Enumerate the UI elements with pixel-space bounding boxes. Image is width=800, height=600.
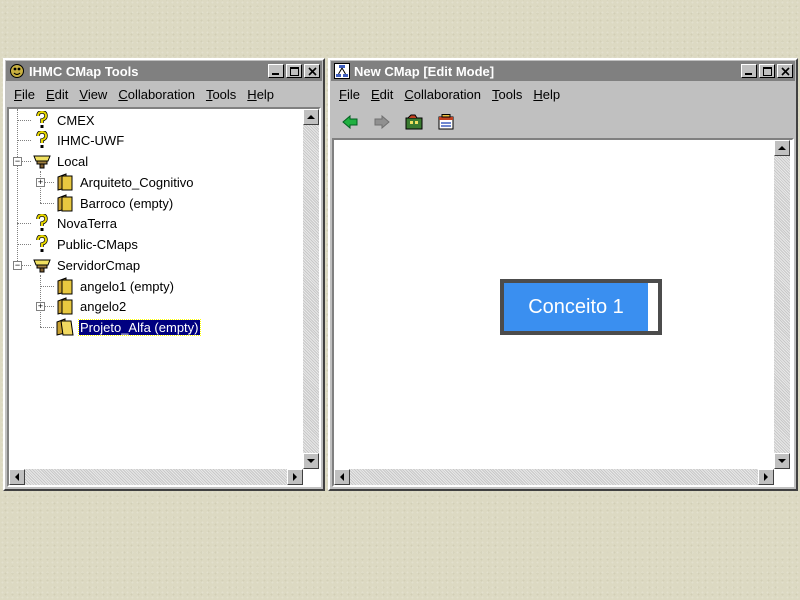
collapse-toggle-local[interactable]: − xyxy=(13,157,22,166)
tree-item-label: angelo1 (empty) xyxy=(80,278,174,294)
menu-edit[interactable]: Edit xyxy=(371,87,393,102)
tree-item-servidorcmap[interactable]: ServidorCmap xyxy=(33,255,141,275)
right-menu-bar: File Edit Collaboration Tools Help xyxy=(331,83,795,105)
tree-connector xyxy=(40,327,54,328)
tree-item-cmex[interactable]: CMEX xyxy=(33,110,96,130)
server-icon xyxy=(33,152,51,170)
scroll-right-button[interactable] xyxy=(758,469,774,485)
right-window-title: New CMap [Edit Mode] xyxy=(354,63,495,79)
folder-icon xyxy=(56,194,74,212)
tree-item-arquiteto-cognitivo[interactable]: Arquiteto_Cognitivo xyxy=(56,172,194,192)
tree-item-label: Arquiteto_Cognitivo xyxy=(80,174,194,190)
menu-help[interactable]: Help xyxy=(247,87,274,102)
places-tree-panel: − + − + CMEX IHMC-UWF Local Arquiteto_Co… xyxy=(7,107,321,487)
close-button[interactable] xyxy=(777,64,793,78)
tree-item-novaterra[interactable]: NovaTerra xyxy=(33,213,118,233)
tree-connector xyxy=(17,120,31,121)
tree-connector xyxy=(40,286,54,287)
server-icon xyxy=(33,256,51,274)
cmap-canvas[interactable]: Conceito 1 xyxy=(334,140,774,469)
tree-connector xyxy=(17,244,31,245)
scroll-up-button[interactable] xyxy=(774,140,790,156)
tree-item-label: angelo2 xyxy=(80,298,127,314)
folder-icon xyxy=(56,297,74,315)
menu-file[interactable]: File xyxy=(339,87,360,102)
tree-item-label: NovaTerra xyxy=(57,215,117,231)
cmap-app-icon xyxy=(9,63,25,79)
collapse-toggle-servidor[interactable]: − xyxy=(13,261,22,270)
menu-file[interactable]: File xyxy=(14,87,35,102)
close-button[interactable] xyxy=(304,64,320,78)
folder-icon xyxy=(56,173,74,191)
editor-toolbar xyxy=(331,108,795,136)
tree-connector xyxy=(44,182,54,183)
scroll-right-button[interactable] xyxy=(287,469,303,485)
tree-item-label-selected: Projeto_Alfa (empty) xyxy=(78,318,201,336)
tree-connector xyxy=(17,140,31,141)
scroll-left-button[interactable] xyxy=(334,469,350,485)
expand-toggle-arquiteto[interactable]: + xyxy=(36,178,45,187)
properties-icon[interactable] xyxy=(435,111,457,133)
maximize-button[interactable] xyxy=(286,64,302,78)
folder-icon xyxy=(56,277,74,295)
menu-help[interactable]: Help xyxy=(533,87,560,102)
tree-item-label: ServidorCmap xyxy=(57,257,141,273)
question-icon xyxy=(33,214,51,232)
question-icon xyxy=(33,131,51,149)
menu-tools[interactable]: Tools xyxy=(492,87,522,102)
menu-collaboration[interactable]: Collaboration xyxy=(118,87,195,102)
right-title-bar[interactable]: New CMap [Edit Mode] xyxy=(331,61,795,81)
tree-connector xyxy=(40,203,54,204)
tree-connector xyxy=(17,223,31,224)
scroll-down-button[interactable] xyxy=(774,453,790,469)
menu-collaboration[interactable]: Collaboration xyxy=(404,87,481,102)
cmap-canvas-panel: Conceito 1 xyxy=(332,138,794,487)
tree-item-local[interactable]: Local xyxy=(33,151,89,171)
cmap-tools-window: IHMC CMap Tools File Edit View Collabora… xyxy=(3,58,325,491)
tree-connector xyxy=(21,265,31,266)
tree-connector xyxy=(17,109,18,265)
left-title-bar[interactable]: IHMC CMap Tools xyxy=(6,61,322,81)
tree-connector xyxy=(40,171,41,203)
menu-view[interactable]: View xyxy=(79,87,107,102)
tree-item-projeto-alfa[interactable]: Projeto_Alfa (empty) xyxy=(56,317,201,337)
scroll-down-button[interactable] xyxy=(303,453,319,469)
canvas-vertical-scrollbar[interactable] xyxy=(774,140,790,469)
tree-item-angelo2[interactable]: angelo2 xyxy=(56,296,127,316)
expand-toggle-angelo2[interactable]: + xyxy=(36,302,45,311)
concept-label[interactable]: Conceito 1 xyxy=(504,283,658,331)
question-icon xyxy=(33,235,51,253)
tree-item-label: IHMC-UWF xyxy=(57,132,125,148)
maximize-button[interactable] xyxy=(759,64,775,78)
cmap-editor-window: New CMap [Edit Mode] File Edit Collabora… xyxy=(328,58,798,491)
minimize-button[interactable] xyxy=(741,64,757,78)
tree-item-public-cmaps[interactable]: Public-CMaps xyxy=(33,234,139,254)
cmap-folder-icon[interactable] xyxy=(403,111,425,133)
tree-item-barroco[interactable]: Barroco (empty) xyxy=(56,193,174,213)
question-icon xyxy=(33,111,51,129)
concept-node[interactable]: Conceito 1 xyxy=(500,279,662,335)
scroll-up-button[interactable] xyxy=(303,109,319,125)
scroll-left-button[interactable] xyxy=(9,469,25,485)
minimize-button[interactable] xyxy=(268,64,284,78)
forward-arrow-icon[interactable] xyxy=(371,111,393,133)
cmap-document-icon xyxy=(334,63,350,79)
tree-connector xyxy=(44,306,54,307)
left-menu-bar: File Edit View Collaboration Tools Help xyxy=(6,83,322,105)
left-window-title: IHMC CMap Tools xyxy=(29,63,139,79)
canvas-horizontal-scrollbar[interactable] xyxy=(334,469,774,485)
tree-item-label: Barroco (empty) xyxy=(80,195,174,211)
tree-horizontal-scrollbar[interactable] xyxy=(9,469,303,485)
tree-item-ihmc-uwf[interactable]: IHMC-UWF xyxy=(33,130,125,150)
tree-connector xyxy=(21,161,31,162)
tree-item-label: CMEX xyxy=(57,112,95,128)
back-arrow-icon[interactable] xyxy=(339,111,361,133)
menu-edit[interactable]: Edit xyxy=(46,87,68,102)
tree-vertical-scrollbar[interactable] xyxy=(303,109,319,469)
tree-item-label: Local xyxy=(57,153,89,169)
menu-tools[interactable]: Tools xyxy=(206,87,236,102)
tree-item-angelo1[interactable]: angelo1 (empty) xyxy=(56,276,175,296)
tree-item-label: Public-CMaps xyxy=(57,236,138,252)
folder-open-icon xyxy=(56,318,74,336)
